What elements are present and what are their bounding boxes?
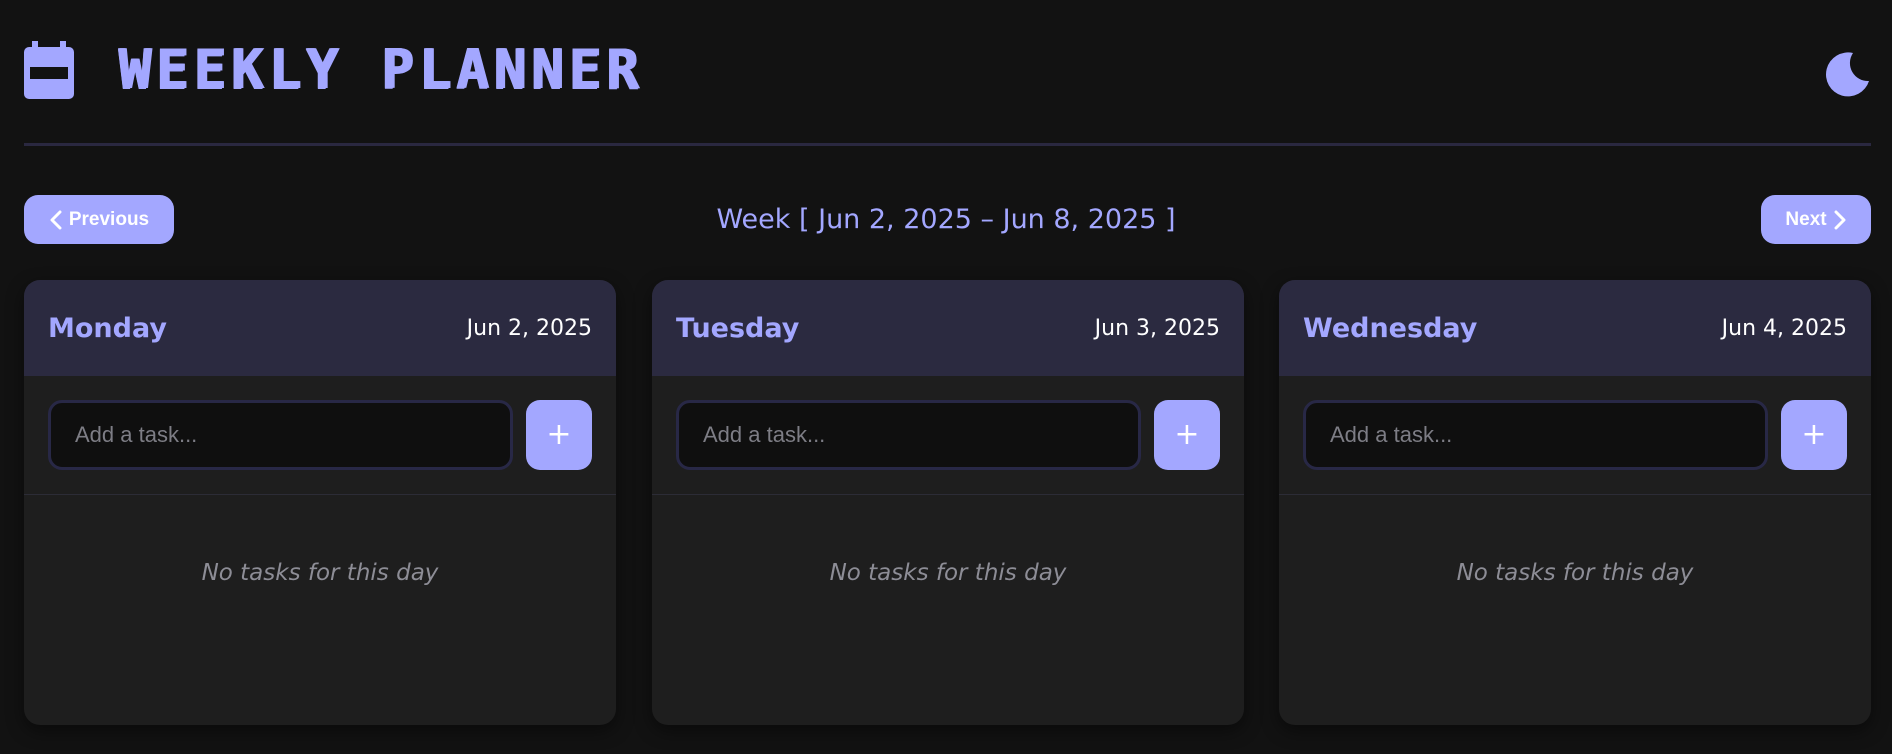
day-card-wednesday: Wednesday Jun 4, 2025 + No tasks for thi… [1279, 280, 1871, 725]
empty-state-text: No tasks for this day [829, 560, 1067, 586]
next-week-button[interactable]: Next [1761, 195, 1871, 244]
task-input[interactable] [48, 400, 513, 470]
week-range-label: Week [ Jun 2, 2025 – Jun 8, 2025 ] [716, 204, 1176, 235]
add-task-button[interactable]: + [1781, 400, 1847, 470]
task-input[interactable] [1303, 400, 1768, 470]
day-name: Wednesday [1303, 312, 1478, 344]
add-task-row: + [652, 376, 1244, 495]
calendar-icon [24, 41, 74, 99]
theme-toggle-button[interactable] [1823, 51, 1871, 99]
page-title: WEEKLY PLANNER [118, 38, 644, 101]
header-divider [24, 143, 1871, 146]
task-input[interactable] [676, 400, 1141, 470]
day-date: Jun 2, 2025 [466, 315, 592, 341]
day-name: Monday [48, 312, 167, 344]
day-card-monday: Monday Jun 2, 2025 + No tasks for this d… [24, 280, 616, 725]
day-header: Wednesday Jun 4, 2025 [1279, 280, 1871, 376]
app: WEEKLY PLANNER Previous Week [ Jun 2, 20… [0, 0, 1892, 754]
chevron-right-icon [1833, 210, 1847, 230]
add-task-row: + [24, 376, 616, 495]
day-date: Jun 4, 2025 [1721, 315, 1847, 341]
add-task-button[interactable]: + [526, 400, 592, 470]
day-card-tuesday: Tuesday Jun 3, 2025 + No tasks for this … [652, 280, 1244, 725]
next-label: Next [1785, 208, 1827, 230]
day-header: Tuesday Jun 3, 2025 [652, 280, 1244, 376]
day-header: Monday Jun 2, 2025 [24, 280, 616, 376]
add-task-row: + [1279, 376, 1871, 495]
day-name: Tuesday [676, 312, 800, 344]
day-date: Jun 3, 2025 [1094, 315, 1220, 341]
moon-icon [1823, 51, 1871, 99]
add-task-button[interactable]: + [1154, 400, 1220, 470]
header: WEEKLY PLANNER [24, 40, 1871, 100]
empty-state-text: No tasks for this day [1456, 560, 1694, 586]
empty-state-text: No tasks for this day [201, 560, 439, 586]
